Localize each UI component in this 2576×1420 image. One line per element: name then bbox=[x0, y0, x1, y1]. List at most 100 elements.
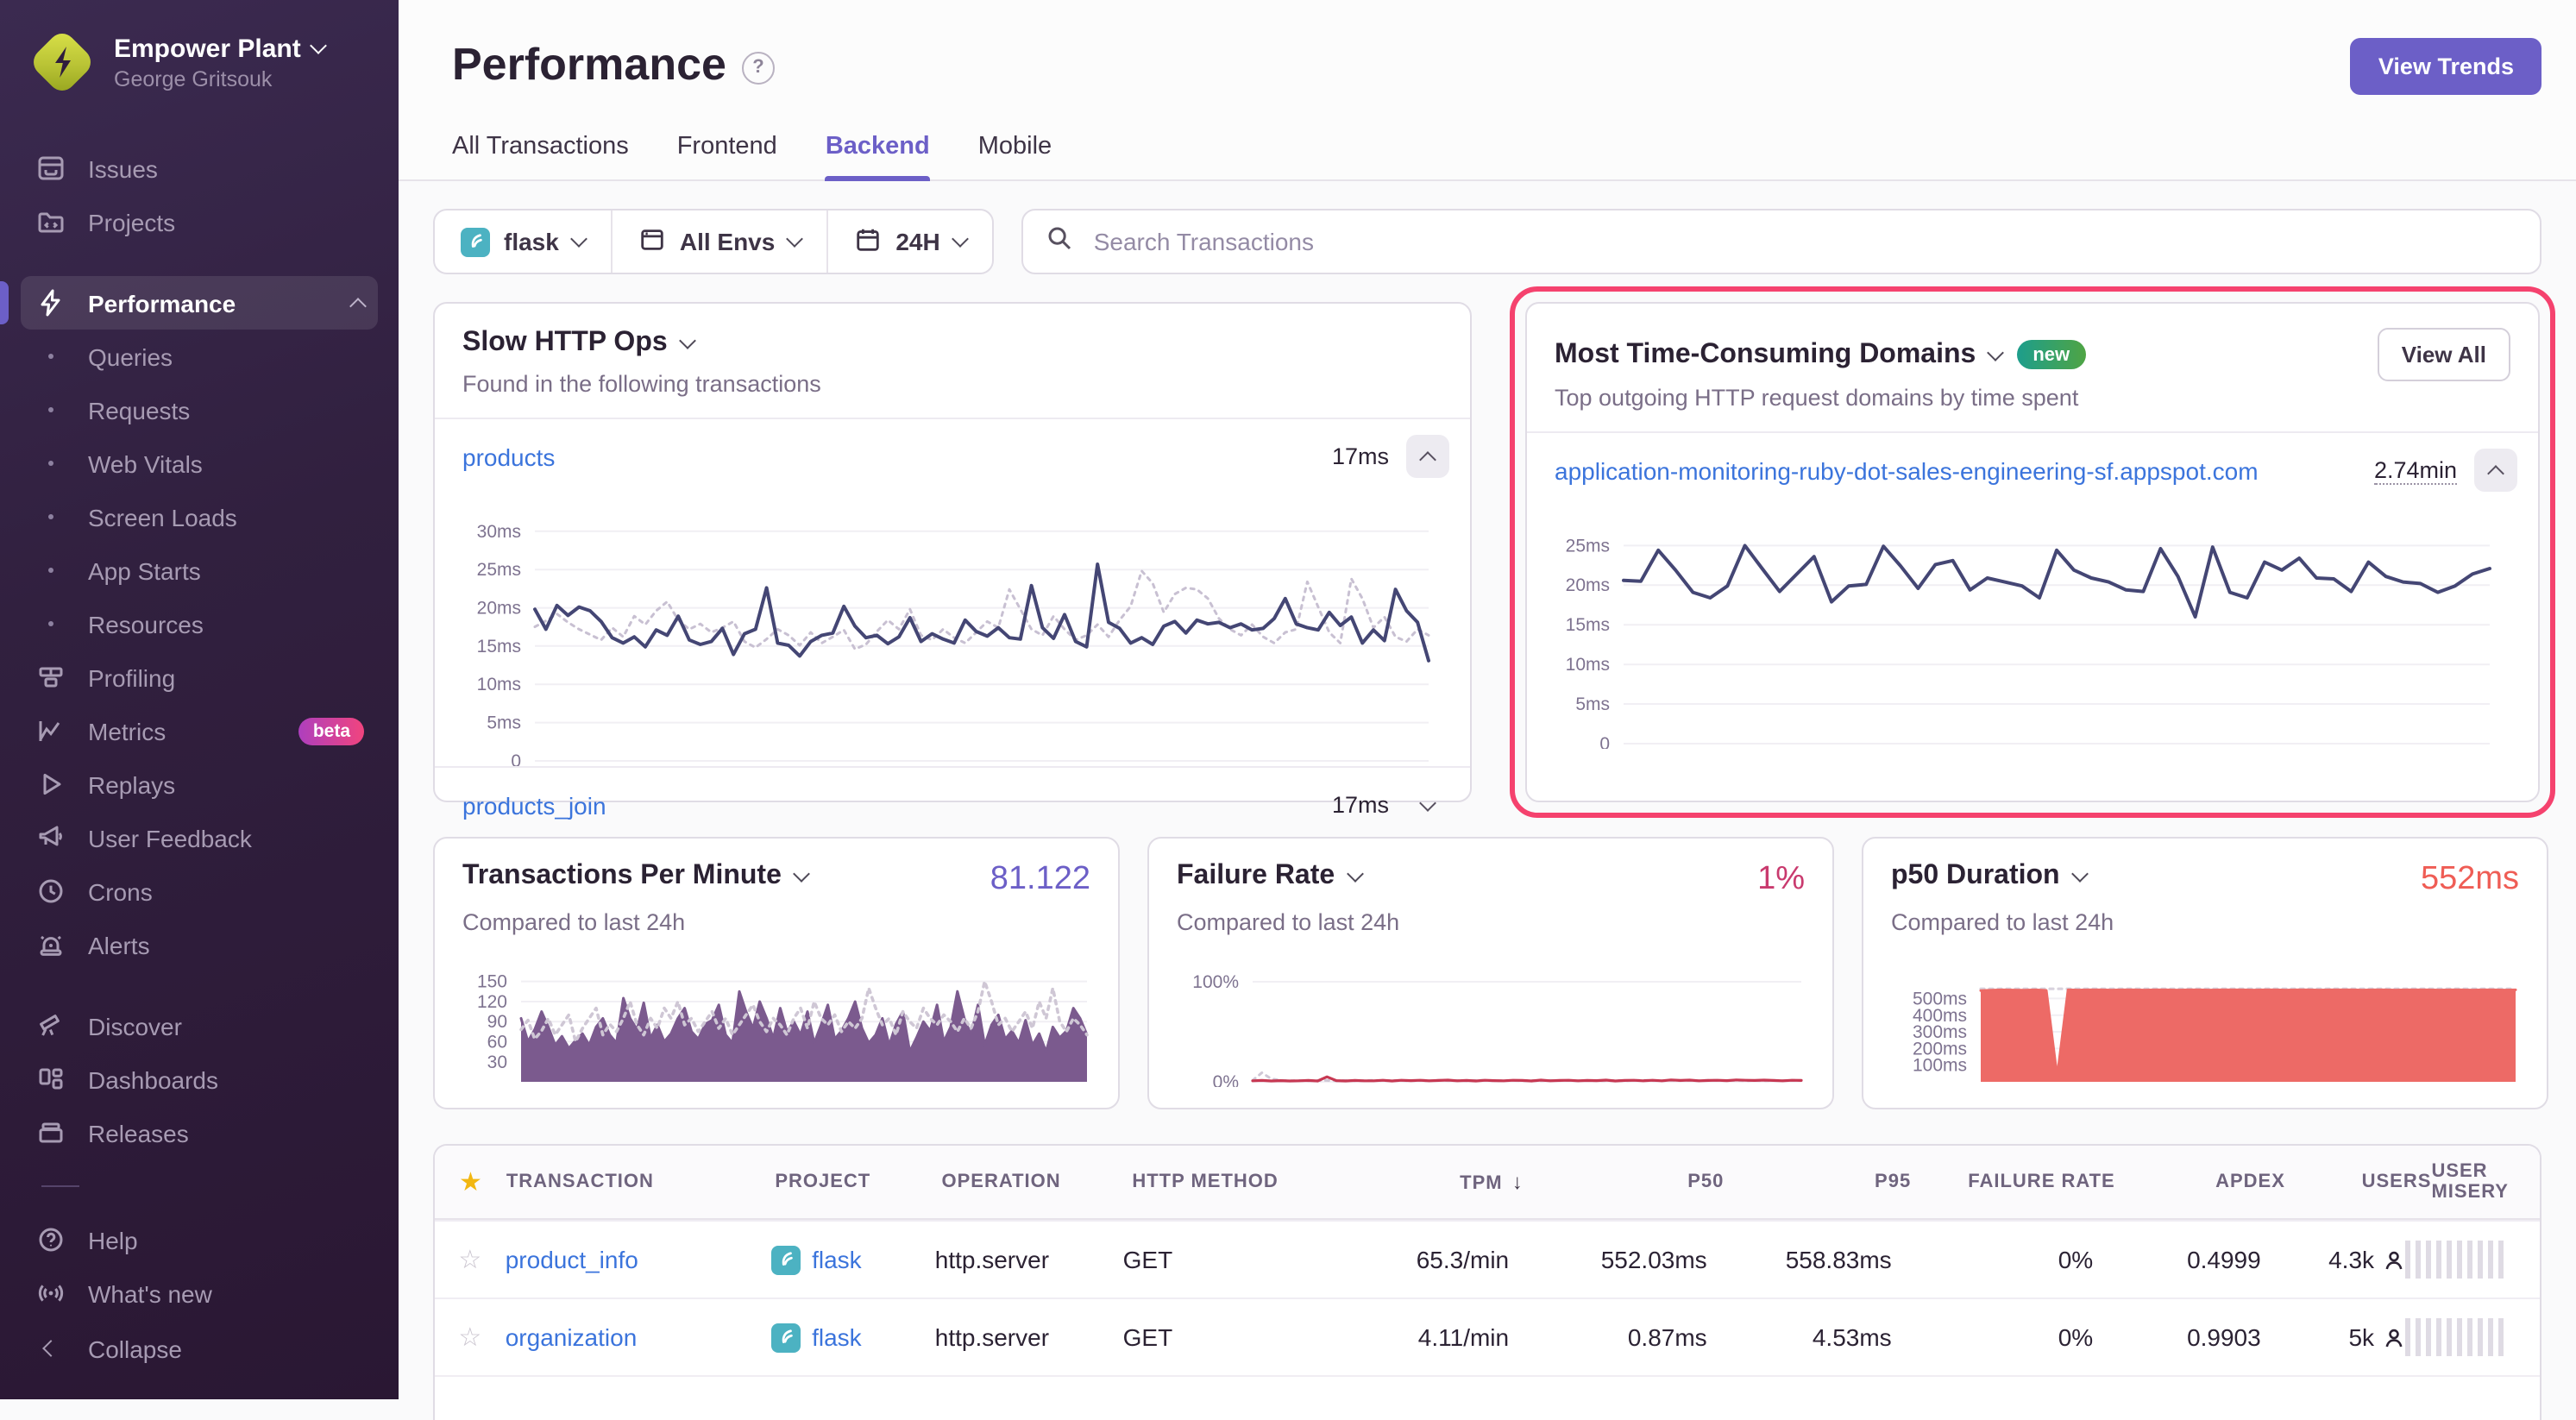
sidebar-item-user-feedback[interactable]: User Feedback bbox=[21, 811, 378, 864]
col-tpm[interactable]: TPM ↓ bbox=[1340, 1170, 1524, 1194]
sidebar-item-help[interactable]: Help bbox=[21, 1213, 378, 1266]
sidebar-item-discover[interactable]: Discover bbox=[21, 999, 378, 1052]
tpm-chart: 150120906030 bbox=[462, 963, 1090, 1087]
domains-chart: 25ms20ms15ms10ms5ms0 bbox=[1548, 521, 2493, 749]
sidebar-item-issues[interactable]: Issues bbox=[21, 141, 378, 195]
svg-text:100%: 100% bbox=[1192, 973, 1239, 992]
collapse-row-button[interactable] bbox=[1406, 435, 1449, 478]
view-trends-button[interactable]: View Trends bbox=[2351, 38, 2541, 95]
starred-column-icon[interactable]: ★ bbox=[459, 1166, 482, 1197]
tab-mobile[interactable]: Mobile bbox=[978, 133, 1052, 179]
svg-text:120: 120 bbox=[477, 992, 507, 1012]
domain-link[interactable]: application-monitoring-ruby-dot-sales-en… bbox=[1555, 456, 2259, 484]
transaction-link-products[interactable]: products bbox=[462, 443, 555, 470]
apdex-cell: 0.9903 bbox=[2093, 1323, 2261, 1351]
sidebar-item-web-vitals[interactable]: Web Vitals bbox=[21, 437, 378, 490]
col-failure-rate[interactable]: FAILURE RATE bbox=[1911, 1172, 2115, 1192]
search-input[interactable] bbox=[1090, 226, 2517, 257]
sidebar-item-requests[interactable]: Requests bbox=[21, 383, 378, 437]
chevron-down-icon bbox=[793, 865, 810, 883]
transaction-link-products-join[interactable]: products_join bbox=[462, 791, 606, 819]
view-all-button[interactable]: View All bbox=[2378, 328, 2510, 381]
sidebar-item-alerts[interactable]: Alerts bbox=[21, 918, 378, 971]
sidebar-collapse-button[interactable]: Collapse bbox=[21, 1322, 378, 1375]
sidebar-item-resources[interactable]: Resources bbox=[21, 597, 378, 650]
chevron-down-icon bbox=[570, 230, 587, 248]
users-cell: 5k bbox=[2348, 1323, 2374, 1351]
time-spent-value[interactable]: 2.74min bbox=[2374, 456, 2457, 484]
expand-row-button[interactable] bbox=[1406, 783, 1449, 826]
slow-http-ops-subtitle: Found in the following transactions bbox=[462, 371, 1442, 397]
col-p50[interactable]: P50 bbox=[1524, 1172, 1725, 1192]
sidebar-item-queries[interactable]: Queries bbox=[21, 330, 378, 383]
col-users[interactable]: USERS bbox=[2285, 1172, 2432, 1192]
chevron-down-icon bbox=[786, 230, 803, 248]
sort-desc-icon: ↓ bbox=[1512, 1170, 1524, 1194]
transaction-link[interactable]: organization bbox=[506, 1323, 638, 1351]
annotation-highlight-ring: Most Time-Consuming Domains new View All… bbox=[1510, 286, 2555, 818]
slow-http-ops-title-dropdown[interactable]: Slow HTTP Ops bbox=[462, 328, 694, 359]
transactions-table: ★ TRANSACTION PROJECT OPERATION HTTP MET… bbox=[433, 1144, 2541, 1420]
broadcast-icon bbox=[35, 1279, 66, 1308]
page-filters: flask All Envs 24H bbox=[433, 209, 994, 274]
sidebar-item-replays[interactable]: Replays bbox=[21, 757, 378, 811]
sidebar-item-performance[interactable]: Performance bbox=[21, 276, 378, 330]
col-user-misery[interactable]: USER MISERY bbox=[2431, 1161, 2540, 1203]
project-filter[interactable]: flask bbox=[435, 210, 611, 273]
tab-backend[interactable]: Backend bbox=[826, 133, 930, 179]
svg-text:0: 0 bbox=[1599, 734, 1610, 749]
chevron-down-icon bbox=[2071, 865, 2089, 883]
col-p95[interactable]: P95 bbox=[1724, 1172, 1911, 1192]
sidebar-item-dashboards[interactable]: Dashboards bbox=[21, 1052, 378, 1106]
collapse-row-button[interactable] bbox=[2474, 449, 2517, 492]
svg-text:15ms: 15ms bbox=[477, 637, 521, 657]
tab-all-transactions[interactable]: All Transactions bbox=[452, 133, 629, 179]
user-icon bbox=[2383, 1326, 2405, 1348]
apdex-cell: 0.4999 bbox=[2093, 1246, 2261, 1273]
col-apdex[interactable]: APDEX bbox=[2115, 1172, 2285, 1192]
sidebar-item-screen-loads[interactable]: Screen Loads bbox=[21, 490, 378, 543]
col-project[interactable]: PROJECT bbox=[775, 1172, 941, 1192]
sidebar-item-releases[interactable]: Releases bbox=[21, 1106, 378, 1159]
flask-project-icon bbox=[770, 1323, 800, 1352]
sidebar-item-metrics[interactable]: Metrics beta bbox=[21, 704, 378, 757]
sidebar-item-projects[interactable]: Projects bbox=[21, 195, 378, 248]
bullet-icon bbox=[35, 354, 66, 359]
col-transaction[interactable]: TRANSACTION bbox=[506, 1172, 776, 1192]
failure-rate-title-dropdown[interactable]: Failure Rate bbox=[1177, 861, 1360, 892]
tpm-panel: Transactions Per Minute 81.122 Compared … bbox=[433, 837, 1120, 1109]
environment-filter-value: All Envs bbox=[680, 228, 776, 255]
date-range-filter[interactable]: 24H bbox=[826, 210, 991, 273]
sidebar-item-whats-new[interactable]: What's new bbox=[21, 1266, 378, 1320]
search-transactions[interactable] bbox=[1021, 209, 2541, 274]
domains-title-dropdown[interactable]: Most Time-Consuming Domains bbox=[1555, 339, 2001, 370]
sidebar-item-label: Releases bbox=[88, 1119, 189, 1147]
project-link[interactable]: flask bbox=[812, 1246, 862, 1273]
sidebar-item-label: What's new bbox=[88, 1279, 212, 1307]
transaction-link[interactable]: product_info bbox=[506, 1246, 638, 1273]
org-switcher[interactable]: Empower Plant George Gritsouk bbox=[21, 28, 378, 97]
svg-text:60: 60 bbox=[487, 1032, 507, 1052]
p50-duration-panel: p50 Duration 552ms Compared to last 24h … bbox=[1862, 837, 2548, 1109]
chevron-down-icon bbox=[1346, 865, 1363, 883]
col-http-method[interactable]: HTTP METHOD bbox=[1132, 1172, 1340, 1192]
col-operation[interactable]: OPERATION bbox=[942, 1172, 1133, 1192]
svg-text:20ms: 20ms bbox=[1566, 575, 1610, 595]
tpm-title-dropdown[interactable]: Transactions Per Minute bbox=[462, 861, 807, 892]
star-toggle-icon[interactable]: ☆ bbox=[458, 1244, 481, 1275]
environment-filter[interactable]: All Envs bbox=[611, 210, 827, 273]
help-circle-icon[interactable]: ? bbox=[742, 51, 775, 84]
http-method-cell: GET bbox=[1123, 1323, 1328, 1351]
tab-frontend[interactable]: Frontend bbox=[677, 133, 777, 179]
sidebar-item-profiling[interactable]: Profiling bbox=[21, 650, 378, 704]
sidebar-item-app-starts[interactable]: App Starts bbox=[21, 543, 378, 597]
project-link[interactable]: flask bbox=[812, 1323, 862, 1351]
project-filter-value: flask bbox=[504, 228, 559, 255]
star-toggle-icon[interactable]: ☆ bbox=[458, 1322, 481, 1353]
failure-rate-subtitle: Compared to last 24h bbox=[1177, 909, 1805, 935]
calendar-icon bbox=[854, 225, 882, 258]
accordion-row-products: products 17ms bbox=[435, 419, 1470, 493]
p50-title-dropdown[interactable]: p50 Duration bbox=[1891, 861, 2086, 892]
tpm-cell: 4.11/min bbox=[1328, 1323, 1509, 1351]
sidebar-item-crons[interactable]: Crons bbox=[21, 864, 378, 918]
